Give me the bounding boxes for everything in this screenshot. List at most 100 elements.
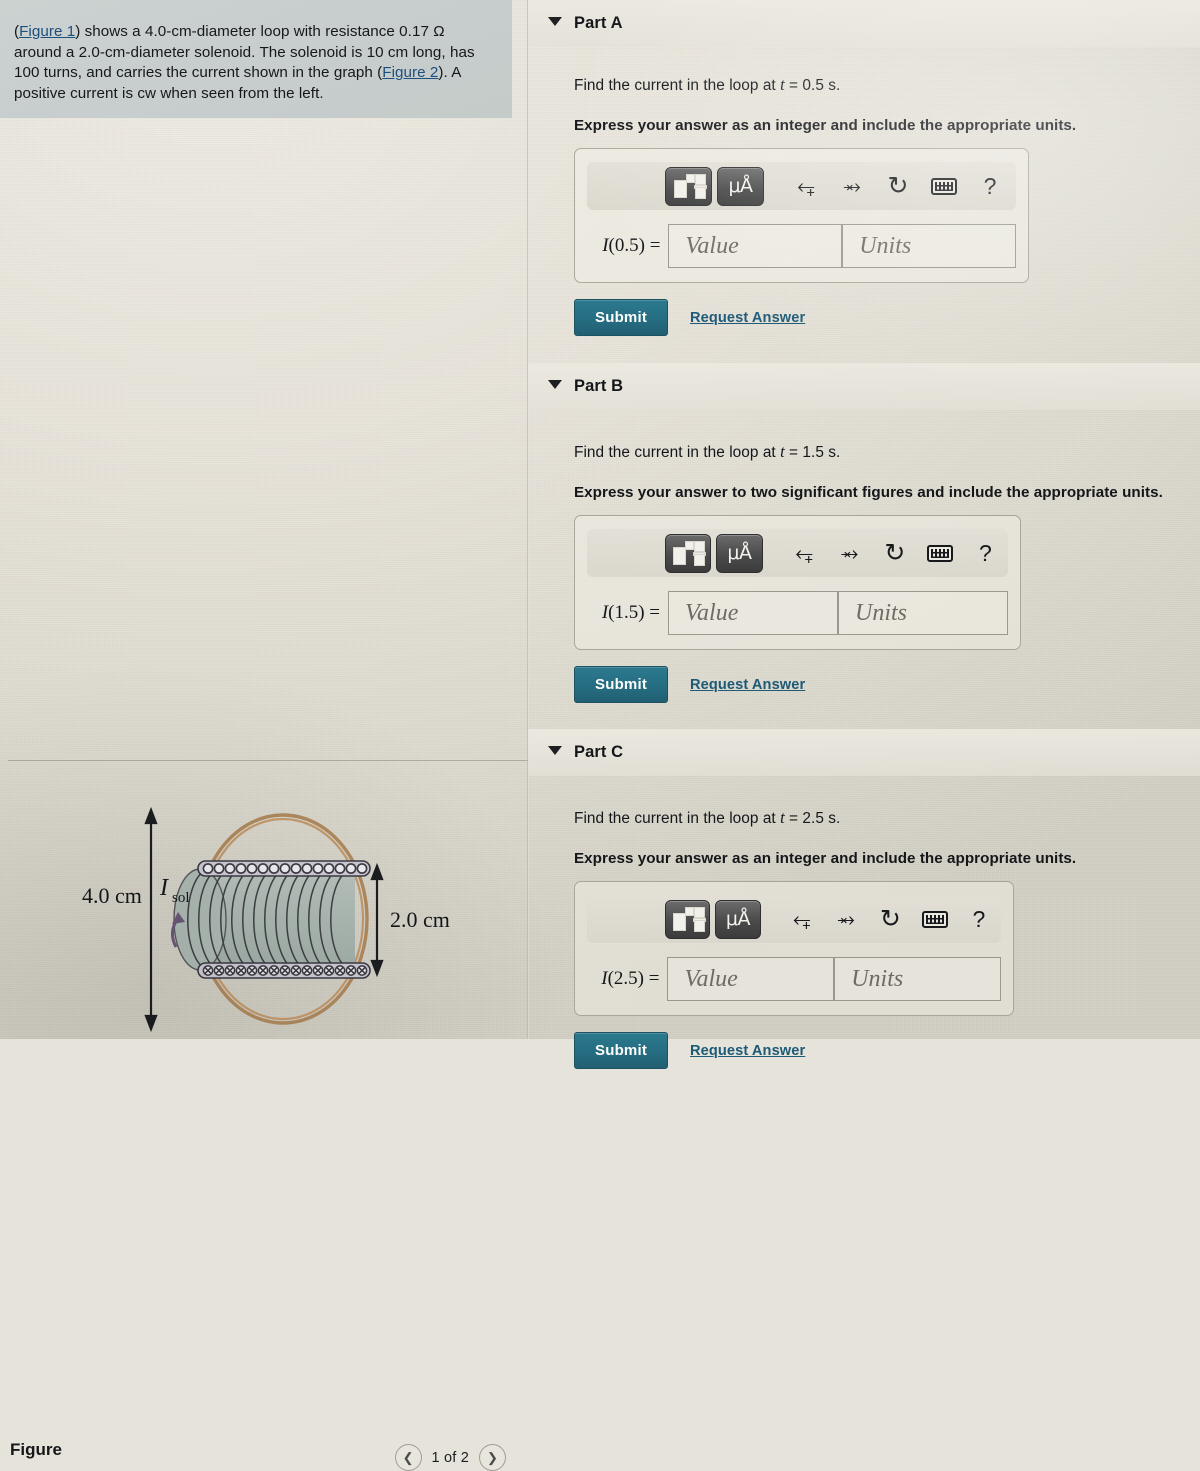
figure-2-link[interactable]: Figure 2 [382,64,438,81]
part-b-toolbar: μÅ ⥆ ⥇ ↻ ? [587,529,1008,577]
part-c-prompt: Find the current in the loop at t = 2.5 … [574,808,1192,828]
solenoid-body [173,860,371,979]
dimension-2cm-arrow [370,862,384,978]
part-c-instruction: Express your answer as an integer and in… [574,850,1077,867]
part-c-request-answer-link[interactable]: Request Answer [690,1043,805,1059]
part-b-section: Part B Find the current in the loop at t… [528,363,1200,703]
figure-pager: ❮ 1 of 2 ❯ [394,1444,506,1471]
current-label-I: I [159,875,169,901]
part-b-field-label: I (1.5) = [601,602,661,623]
redo-arrow-icon[interactable]: ⥇ [827,534,872,572]
chevron-left-icon[interactable]: ❮ [394,1444,422,1471]
part-c-section: Part C Find the current in the loop at t… [528,729,1200,1069]
part-b-value-input[interactable]: Value [668,591,839,635]
part-a-prompt-prefix: Find the current in the loop at [574,77,781,94]
part-a-toolbar: μÅ ⥆ ⥇ ↻ ? [587,162,1016,210]
units-icon-label: μÅ [725,907,751,930]
figure-diagram: 4.0 cm I sol 2.0 cm [0,775,528,1039]
math-template-icon[interactable] [665,533,712,573]
part-c-field-row: I (2.5) = Value Units [587,957,1001,1001]
math-template-icon[interactable] [665,166,712,206]
part-c-value-placeholder: Value [684,965,738,992]
part-b-instruction: Express your answer to two significant f… [574,484,1163,501]
part-b-answer-box: μÅ ⥆ ⥇ ↻ ? I (1.5) = Value Units [574,515,1021,650]
undo-arrow-icon[interactable]: ⥆ [782,534,827,572]
top-wire-dots [202,863,368,874]
caret-down-icon[interactable] [548,380,562,389]
figure-header-divider [8,760,528,761]
keyboard-icon[interactable] [917,534,962,572]
part-c-submit-button[interactable]: Submit [574,1032,669,1069]
redo-arrow-icon[interactable]: ⥇ [824,900,868,938]
question-mark-icon[interactable]: ? [967,167,1013,205]
figure-page-counter: 1 of 2 [431,1449,469,1466]
micro-angstrom-units-icon[interactable]: μÅ [715,899,761,939]
part-b-units-placeholder: Units [855,599,908,626]
solenoid-loop-diagram-svg: 4.0 cm I sol 2.0 cm [82,806,450,1033]
problem-statement-text: (Figure 1) shows a 4.0-cm-diameter loop … [14,22,494,104]
part-a-value-placeholder: Value [685,232,739,259]
current-label-sub: sol [172,890,190,906]
redo-arrow-icon[interactable]: ⥇ [829,167,875,205]
part-c-title: Part C [574,743,624,761]
figure-1-link[interactable]: Figure 1 [19,23,75,40]
math-template-icon[interactable] [665,899,711,939]
part-b-units-input[interactable]: Units [838,591,1008,635]
bottom-wire-crosses [202,965,368,976]
keyboard-icon[interactable] [912,900,956,938]
reset-circle-icon[interactable]: ↻ [875,167,921,205]
dimension-4cm-arrow [144,806,158,1033]
part-b-request-answer-link[interactable]: Request Answer [690,677,805,693]
part-c-units-input[interactable]: Units [834,957,1001,1001]
part-a-field-row: I (0.5) = Value Units [587,224,1016,268]
part-a-actions: Submit Request Answer [574,299,1192,336]
undo-arrow-icon[interactable]: ⥆ [783,167,829,205]
part-a-prompt-suffix: = 0.5 s. [784,77,841,94]
part-c-answer-box: μÅ ⥆ ⥇ ↻ ? I (2.5) = Value Units [574,881,1014,1016]
part-c-prompt-prefix: Find the current in the loop at [574,810,781,827]
part-a-value-input[interactable]: Value [668,224,843,268]
app-screenshot: (Figure 1) shows a 4.0-cm-diameter loop … [0,0,1200,1471]
part-a-units-placeholder: Units [859,232,912,259]
part-b-prompt-prefix: Find the current in the loop at [574,444,781,461]
part-a-field-label: I (0.5) = [602,235,661,256]
caret-down-icon[interactable] [548,746,562,755]
reset-circle-icon[interactable]: ↻ [872,534,917,572]
part-b-actions: Submit Request Answer [574,666,1192,703]
question-mark-icon[interactable]: ? [963,534,1008,572]
dimension-label-2cm: 2.0 cm [390,907,450,932]
part-b-submit-button[interactable]: Submit [574,666,669,703]
part-a-request-answer-link[interactable]: Request Answer [690,310,805,326]
chevron-right-icon[interactable]: ❯ [479,1444,506,1471]
part-a-answer-box: μÅ ⥆ ⥇ ↻ ? I (0.5) = Value Units [574,148,1029,283]
part-b-prompt: Find the current in the loop at t = 1.5 … [574,442,1192,462]
units-icon-label: μÅ [727,541,752,564]
micro-angstrom-units-icon[interactable]: μÅ [717,166,764,206]
part-b-prompt-suffix: = 1.5 s. [784,444,841,461]
part-a-submit-button[interactable]: Submit [574,299,669,336]
part-a-header[interactable]: Part A [528,0,1200,47]
micro-angstrom-units-icon[interactable]: μÅ [716,533,763,573]
figure-panel-title: Figure [10,1440,62,1459]
keyboard-icon[interactable] [921,167,967,205]
question-mark-icon[interactable]: ? [957,900,1001,938]
part-a-units-input[interactable]: Units [842,224,1016,268]
left-pane: (Figure 1) shows a 4.0-cm-diameter loop … [0,0,528,1471]
caret-down-icon[interactable] [548,17,562,26]
part-a-title: Part A [574,14,623,32]
part-a-section: Part A Find the current in the loop at t… [528,0,1200,336]
part-c-toolbar: μÅ ⥆ ⥇ ↻ ? [587,895,1001,943]
undo-arrow-icon[interactable]: ⥆ [780,900,824,938]
part-a-instruction: Express your answer as an integer and in… [574,117,1077,134]
figure-panel-header: Figure ❮ 1 of 2 ❯ [0,718,528,1471]
part-a-prompt: Find the current in the loop at t = 0.5 … [574,75,1192,95]
part-c-header[interactable]: Part C [528,729,1200,776]
part-b-header[interactable]: Part B [528,363,1200,410]
reset-circle-icon[interactable]: ↻ [868,900,912,938]
part-b-value-placeholder: Value [685,599,739,626]
part-c-body: Find the current in the loop at t = 2.5 … [528,776,1200,1069]
part-b-body: Find the current in the loop at t = 1.5 … [528,410,1200,703]
part-c-field-label: I (2.5) = [601,968,660,989]
part-c-value-input[interactable]: Value [667,957,835,1001]
part-c-actions: Submit Request Answer [574,1032,1192,1069]
